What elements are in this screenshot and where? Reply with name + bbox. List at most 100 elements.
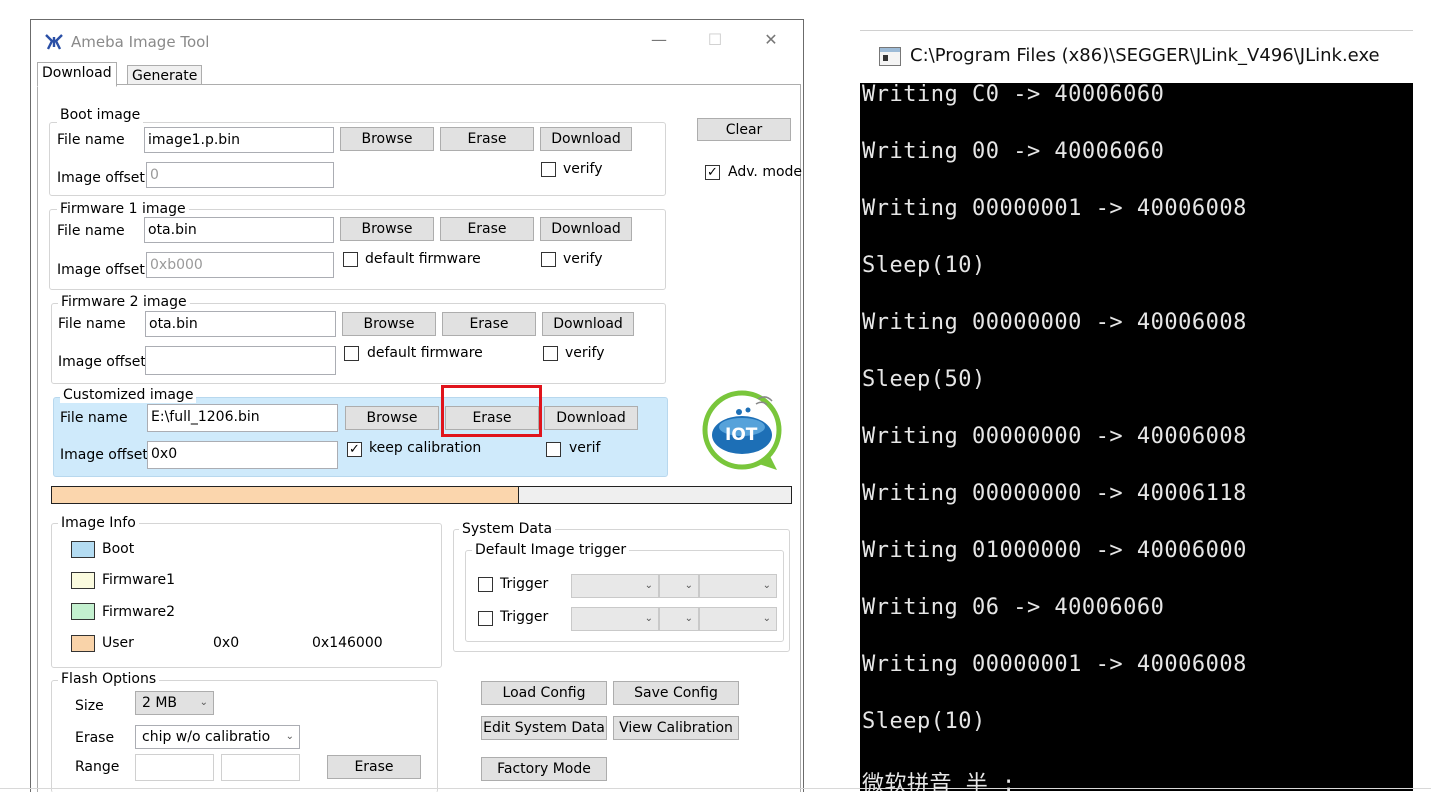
range-end-input[interactable] <box>221 754 300 781</box>
adv-mode-label: Adv. mode <box>728 164 803 180</box>
trigger2-select-b[interactable]: ⌄ <box>659 607 699 631</box>
chevron-down-icon: ⌄ <box>644 613 653 624</box>
factory-mode-button[interactable]: Factory Mode <box>481 757 607 781</box>
terminal-line: Sleep(10) <box>862 253 986 278</box>
app-logo-icon <box>44 33 64 51</box>
trigger2-label: Trigger <box>500 609 549 625</box>
erase-mode-value: chip w/o calibratio <box>142 729 271 745</box>
range-label: Range <box>75 759 120 775</box>
window-title: Ameba Image Tool <box>71 33 210 51</box>
fw1-file-label: File name <box>57 223 125 239</box>
iot-logo-text: IOT <box>725 425 758 445</box>
flash-erase-button[interactable]: Erase <box>327 755 421 779</box>
keep-calibration-label: keep calibration <box>369 440 482 456</box>
boot-erase-button[interactable]: Erase <box>440 127 534 151</box>
trigger2-checkbox[interactable] <box>478 611 493 626</box>
edit-system-data-button[interactable]: Edit System Data <box>481 716 607 740</box>
range-start-input[interactable] <box>135 754 214 781</box>
custom-offset-label: Image offset <box>60 447 148 463</box>
user-start-value: 0x0 <box>213 635 240 651</box>
trigger1-select-a[interactable]: ⌄ <box>571 574 659 598</box>
default-trigger-label: Default Image trigger <box>472 542 630 558</box>
image-info-label: Image Info <box>58 515 139 531</box>
boot-download-button[interactable]: Download <box>540 127 632 151</box>
fw1-image-label: Firmware 1 image <box>57 201 189 217</box>
custom-verify-label: verif <box>569 440 601 456</box>
iot-logo: IOT <box>699 388 787 472</box>
fw2-erase-button[interactable]: Erase <box>442 312 536 336</box>
fw1-browse-button[interactable]: Browse <box>340 217 434 241</box>
load-config-button[interactable]: Load Config <box>481 681 607 705</box>
terminal-line: Writing 00 -> 40006060 <box>862 139 1165 164</box>
custom-verify-checkbox[interactable] <box>546 442 561 457</box>
tab-download[interactable]: Download <box>37 62 117 87</box>
fw1-download-button[interactable]: Download <box>540 217 632 241</box>
chevron-down-icon: ⌄ <box>762 613 771 624</box>
close-button[interactable]: ✕ <box>757 30 785 49</box>
save-config-button[interactable]: Save Config <box>613 681 739 705</box>
boot-offset-input[interactable]: 0 <box>146 162 334 188</box>
terminal-title: C:\Program Files (x86)\SEGGER\JLink_V496… <box>910 45 1380 66</box>
trigger1-select-b[interactable]: ⌄ <box>659 574 699 598</box>
custom-browse-button[interactable]: Browse <box>345 406 439 430</box>
erase-label: Erase <box>75 730 115 746</box>
trigger1-checkbox[interactable] <box>478 577 493 592</box>
boot-file-label: File name <box>57 132 125 148</box>
size-select[interactable]: 2 MB ⌄ <box>135 691 214 715</box>
progress-bar <box>51 486 792 504</box>
maximize-button[interactable]: ☐ <box>701 30 729 49</box>
trigger1-select-c[interactable]: ⌄ <box>699 574 777 598</box>
custom-image-label: Customized image <box>60 387 197 403</box>
terminal-line: Writing 01000000 -> 40006000 <box>862 538 1247 563</box>
view-calibration-button[interactable]: View Calibration <box>613 716 739 740</box>
boot-browse-button[interactable]: Browse <box>340 127 434 151</box>
user-color-swatch <box>71 635 95 652</box>
console-icon <box>879 47 901 66</box>
fw2-offset-input[interactable] <box>145 346 336 375</box>
fw2-verify-label: verify <box>565 345 605 361</box>
size-label: Size <box>75 698 104 714</box>
custom-offset-input[interactable]: 0x0 <box>147 441 338 469</box>
fw2-browse-button[interactable]: Browse <box>342 312 436 336</box>
boot-verify-checkbox[interactable] <box>541 162 556 177</box>
clear-button[interactable]: Clear <box>697 118 791 141</box>
minimize-button[interactable]: — <box>645 30 673 49</box>
fw1-offset-label: Image offset <box>57 262 145 278</box>
system-data-label: System Data <box>459 521 556 537</box>
fw2-verify-checkbox[interactable] <box>543 346 558 361</box>
trigger2-select-c[interactable]: ⌄ <box>699 607 777 631</box>
custom-file-label: File name <box>60 410 128 426</box>
terminal-line: Writing 00000001 -> 40006008 <box>862 652 1247 677</box>
chevron-down-icon: ⌄ <box>684 580 693 591</box>
fw1-file-input[interactable]: ota.bin <box>144 217 334 243</box>
fw1-verify-checkbox[interactable] <box>541 252 556 267</box>
fw1-erase-button[interactable]: Erase <box>440 217 534 241</box>
erase-mode-select[interactable]: chip w/o calibratio ⌄ <box>135 725 300 749</box>
fw1-offset-input[interactable]: 0xb000 <box>146 252 334 278</box>
fw2-file-input[interactable]: ota.bin <box>145 311 336 337</box>
flash-options-label: Flash Options <box>58 671 160 687</box>
custom-file-input[interactable]: E:\full_1206.bin <box>147 404 338 432</box>
terminal-line: Writing 00000001 -> 40006008 <box>862 196 1247 221</box>
chevron-down-icon: ⌄ <box>199 697 208 708</box>
fw2-default-checkbox[interactable] <box>344 346 359 361</box>
boot-file-input[interactable]: image1.p.bin <box>144 127 334 153</box>
fw1-default-label: default firmware <box>365 251 481 267</box>
fw2-file-label: File name <box>58 316 126 332</box>
terminal-title-bar: C:\Program Files (x86)\SEGGER\JLink_V496… <box>860 30 1413 83</box>
firmware2-info-label: Firmware2 <box>102 604 176 620</box>
fw1-default-checkbox[interactable] <box>343 252 358 267</box>
fw2-download-button[interactable]: Download <box>542 312 634 336</box>
boot-verify-label: verify <box>563 161 603 177</box>
erase-highlight-box <box>441 385 542 437</box>
trigger2-select-a[interactable]: ⌄ <box>571 607 659 631</box>
custom-download-button[interactable]: Download <box>544 406 638 430</box>
progress-fill <box>52 487 519 503</box>
boot-color-swatch <box>71 541 95 558</box>
adv-mode-checkbox[interactable]: ✓ <box>705 165 720 180</box>
keep-calibration-checkbox[interactable]: ✓ <box>347 442 362 457</box>
size-select-value: 2 MB <box>142 695 178 711</box>
jlink-terminal-window: C:\Program Files (x86)\SEGGER\JLink_V496… <box>860 30 1413 791</box>
terminal-line: Writing 06 -> 40006060 <box>862 595 1165 620</box>
terminal-line: Sleep(10) <box>862 709 986 734</box>
